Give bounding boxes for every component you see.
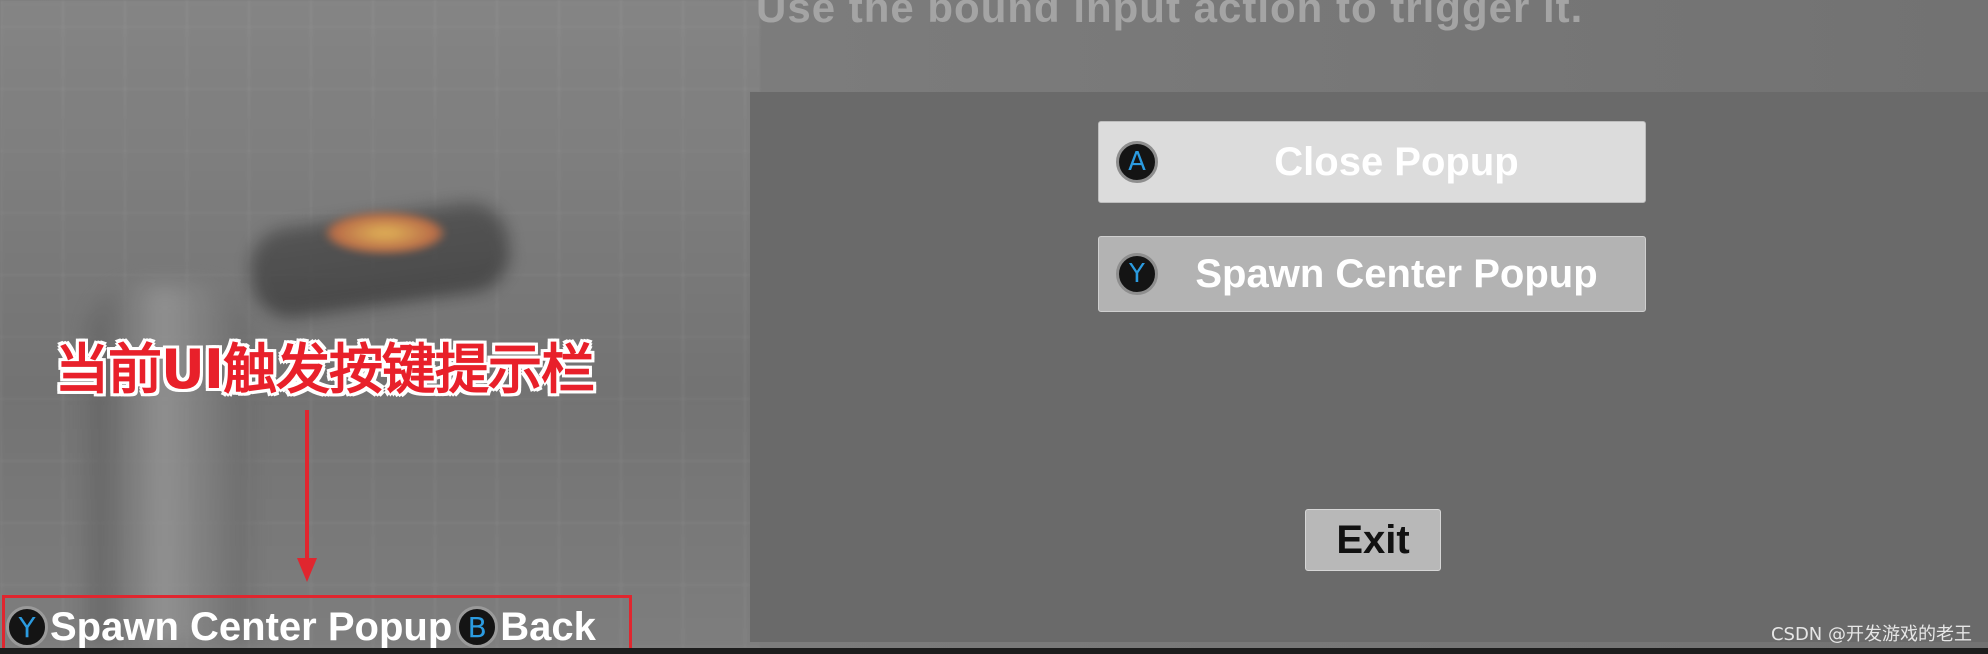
gamepad-a-icon: A <box>1116 141 1158 183</box>
spawn-center-popup-label: Spawn Center Popup <box>1195 251 1598 296</box>
hint-spawn-center-popup[interactable]: Spawn Center Popup <box>50 605 452 650</box>
action-hint-bar: Y Spawn Center Popup B Back <box>6 604 600 650</box>
gamepad-b-icon: B <box>456 606 499 648</box>
hint-back[interactable]: Back <box>500 605 596 650</box>
exit-button[interactable]: Exit <box>1305 509 1441 571</box>
annotation-arrow-icon <box>297 410 317 582</box>
close-popup-label: Close Popup <box>1274 139 1519 184</box>
gamepad-y-icon: Y <box>6 606 48 648</box>
annotation-label: 当前UI触发按键提示栏 <box>55 338 595 401</box>
gamepad-y-icon: Y <box>1116 253 1158 295</box>
spawn-center-popup-button[interactable]: Y Spawn Center Popup <box>1098 236 1646 312</box>
bottom-edge-strip <box>0 648 1988 654</box>
close-popup-button[interactable]: A Close Popup <box>1098 121 1646 203</box>
instruction-text: Use the bound input action to trigger it… <box>756 0 1584 31</box>
watermark: CSDN @开发游戏的老王 <box>1770 624 1972 645</box>
